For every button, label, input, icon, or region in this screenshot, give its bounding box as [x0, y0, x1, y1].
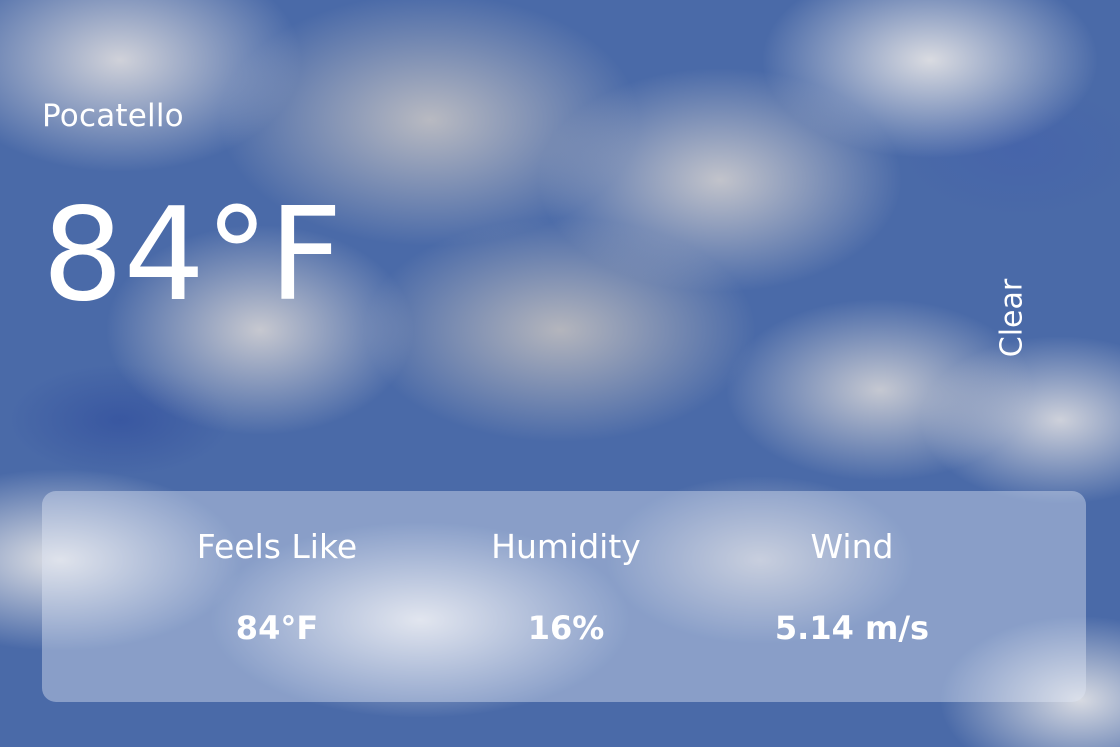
wind-label: Wind — [810, 527, 894, 566]
current-temperature: 84°F — [42, 181, 343, 330]
weather-condition: Clear — [994, 278, 1030, 358]
feels-like-label: Feels Like — [196, 527, 358, 566]
details-panel: Feels Like 84°F Humidity 16% Wind 5.14 m… — [42, 491, 1086, 702]
humidity-value: 16% — [527, 609, 605, 647]
humidity-label: Humidity — [491, 527, 641, 566]
wind-stat: Wind 5.14 m/s — [722, 491, 982, 702]
feels-like-value: 84°F — [235, 609, 319, 647]
city-name: Pocatello — [42, 98, 184, 134]
wind-value: 5.14 m/s — [774, 609, 930, 647]
feels-like-stat: Feels Like 84°F — [147, 491, 407, 702]
humidity-stat: Humidity 16% — [436, 491, 696, 702]
